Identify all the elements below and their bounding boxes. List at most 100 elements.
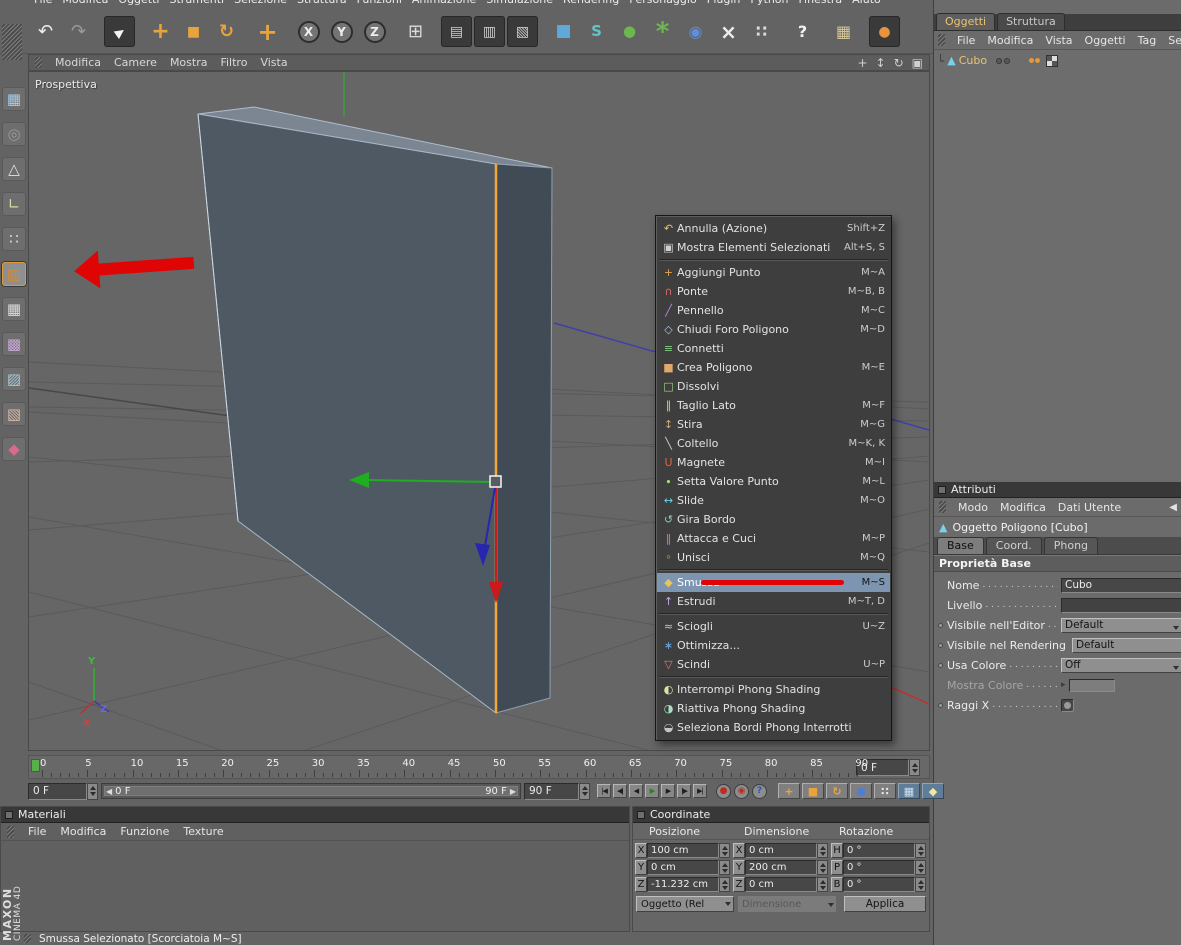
history-back-icon[interactable]: ◀: [1169, 502, 1177, 513]
key-parameter-button[interactable]: ●: [850, 783, 872, 799]
context-item-connetti[interactable]: ≡ Connetti: [657, 339, 890, 358]
context-item-annulla-azione[interactable]: ↶ Annulla (Azione) Shift+Z: [657, 219, 890, 238]
help-cursor-icon[interactable]: ?: [787, 16, 818, 47]
coord-dim-x-field[interactable]: 0 cm: [745, 843, 817, 858]
play-button[interactable]: ▶: [645, 784, 659, 798]
menu-plugin[interactable]: Plugin: [707, 0, 741, 10]
undo-icon[interactable]: ↶: [30, 16, 61, 47]
keyframe-selection-button[interactable]: ▦: [898, 783, 920, 799]
simulation-icon[interactable]: ∷: [746, 16, 777, 47]
menu-oggetti[interactable]: Oggetti: [118, 0, 159, 10]
context-item-pennello[interactable]: ╱ Pennello M~C: [657, 301, 890, 320]
status-drag-handle[interactable]: [24, 934, 31, 943]
ruler-frame-spinner[interactable]: [909, 759, 920, 776]
context-item-crea-poligono[interactable]: ■ Crea Poligono M~E: [657, 358, 890, 377]
context-item-magnete[interactable]: U Magnete M~I: [657, 453, 890, 472]
lock-x-axis-icon[interactable]: X: [293, 16, 324, 47]
viewport-menu-vista[interactable]: Vista: [260, 56, 287, 69]
coordinate-system-icon[interactable]: ⊞: [400, 16, 431, 47]
points-mode-icon[interactable]: ∷: [2, 227, 26, 251]
context-item-stira[interactable]: ↕ Stira M~G: [657, 415, 890, 434]
object-menu-tag[interactable]: Tag: [1138, 34, 1157, 47]
add-array-icon[interactable]: *: [647, 16, 678, 47]
coordinate-mode-dropdown[interactable]: Oggetto (Rel: [636, 896, 734, 912]
live-selection-icon[interactable]: ▶: [104, 16, 135, 47]
key-scale-button[interactable]: ■: [802, 783, 824, 799]
coord-dim-y-field[interactable]: 200 cm: [745, 860, 817, 875]
zoom-view-icon[interactable]: ↕: [876, 57, 886, 69]
timeline-playhead[interactable]: [31, 759, 40, 772]
menu-struttura[interactable]: Struttura: [297, 0, 347, 10]
menu-strumenti[interactable]: Strumenti: [169, 0, 224, 10]
render-view-icon[interactable]: ▤: [441, 16, 472, 47]
end-frame-field[interactable]: 90 F: [524, 782, 590, 800]
context-item-dissolvi[interactable]: □ Dissolvi: [657, 377, 890, 396]
context-item-taglio-lato[interactable]: ∥ Taglio Lato M~F: [657, 396, 890, 415]
move-tool-icon[interactable]: +: [145, 16, 176, 47]
attr-tab-base[interactable]: Base: [937, 537, 984, 554]
lock-y-axis-icon[interactable]: Y: [326, 16, 357, 47]
object-menu-seg[interactable]: Seg: [1168, 34, 1181, 47]
attr-tab-phong[interactable]: Phong: [1043, 537, 1099, 554]
rotate-tool-icon[interactable]: ↻: [211, 16, 242, 47]
coord-rot-p-field[interactable]: 0 °: [843, 860, 915, 875]
visibility-toggles[interactable]: [996, 57, 1011, 64]
coord-pos-x-field[interactable]: 100 cm: [647, 843, 719, 858]
coord-dim-z-field[interactable]: 0 cm: [745, 877, 817, 892]
toggle-view-icon[interactable]: ▣: [912, 57, 923, 69]
context-item-riattiva-phong-shading[interactable]: ◑ Riattiva Phong Shading: [657, 699, 890, 718]
menu-aiuto[interactable]: Aiuto: [852, 0, 881, 10]
layout-globe-icon[interactable]: ●: [869, 16, 900, 47]
coord-pos-y-field[interactable]: 0 cm: [647, 860, 719, 875]
add-generator-icon[interactable]: ●: [614, 16, 645, 47]
menu-animazione[interactable]: Animazione: [412, 0, 476, 10]
object-menu-file[interactable]: File: [957, 34, 975, 47]
next-key-button[interactable]: |▶: [677, 784, 691, 798]
end-frame-value[interactable]: 90 F: [524, 782, 579, 800]
apply-button[interactable]: Applica: [844, 896, 926, 912]
spinner[interactable]: [915, 860, 926, 875]
spinner[interactable]: [817, 877, 828, 892]
prev-key-button[interactable]: ◀|: [613, 784, 627, 798]
context-item-estrudi[interactable]: ↑ Estrudi M~T, D: [657, 592, 890, 611]
timeline-range-slider[interactable]: ◀ 0 F 90 F ▶: [101, 783, 521, 799]
context-item-slide[interactable]: ↔ Slide M~O: [657, 491, 890, 510]
snap-settings-icon[interactable]: ◆: [2, 437, 26, 461]
end-frame-spinner[interactable]: [579, 782, 590, 800]
context-item-attacca-e-cuci[interactable]: ‖ Attacca e Cuci M~P: [657, 529, 890, 548]
pan-view-icon[interactable]: +: [857, 57, 867, 69]
spinner[interactable]: [719, 843, 730, 858]
make-editable-icon[interactable]: △: [2, 157, 26, 181]
render-region-icon[interactable]: ▥: [474, 16, 505, 47]
materials-drag-handle[interactable]: [7, 825, 14, 838]
coord-pos-z-field[interactable]: -11.232 cm: [647, 877, 719, 892]
attr-field-nome[interactable]: Cubo: [1061, 577, 1181, 593]
viewport-menu-mostra[interactable]: Mostra: [170, 56, 208, 69]
context-item-scindi[interactable]: ▽ Scindi U~P: [657, 655, 890, 674]
context-item-unisci[interactable]: ◦ Unisci M~Q: [657, 548, 890, 567]
spinner[interactable]: [719, 860, 730, 875]
context-item-mostra-elementi-selezionati[interactable]: ▣ Mostra Elementi Selezionati Alt+S, S: [657, 238, 890, 257]
context-item-seleziona-bordi-phong-interrotti[interactable]: ◒ Seleziona Bordi Phong Interrotti: [657, 718, 890, 737]
attributes-menu-modo[interactable]: Modo: [958, 501, 988, 514]
object-menu-modifica[interactable]: Modifica: [987, 34, 1033, 47]
menu-file[interactable]: File: [34, 0, 52, 10]
selection-tag-icon[interactable]: [1029, 58, 1041, 63]
viewport-menu-modifica[interactable]: Modifica: [55, 56, 101, 69]
menu-personaggio[interactable]: Personaggio: [629, 0, 696, 10]
render-settings-icon[interactable]: ▧: [507, 16, 538, 47]
context-item-setta-valore-punto[interactable]: ∙ Setta Valore Punto M~L: [657, 472, 890, 491]
object-manager-drag-handle[interactable]: [938, 34, 945, 46]
attributes-drag-handle[interactable]: [939, 501, 946, 513]
menu-selezione[interactable]: Selezione: [234, 0, 287, 10]
next-frame-button[interactable]: ▶: [661, 784, 675, 798]
coord-rot-h-field[interactable]: 0 °: [843, 843, 915, 858]
current-frame-field[interactable]: 0 F: [28, 782, 98, 800]
context-item-coltello[interactable]: ╲ Coltello M~K, K: [657, 434, 890, 453]
polygons-mode-icon[interactable]: ▦: [2, 297, 26, 321]
add-primitive-icon[interactable]: ■: [548, 16, 579, 47]
menu-python[interactable]: Python: [750, 0, 788, 10]
camera-mode-icon[interactable]: ◎: [2, 122, 26, 146]
spinner[interactable]: [915, 843, 926, 858]
tab-oggetti[interactable]: Oggetti: [936, 13, 996, 30]
